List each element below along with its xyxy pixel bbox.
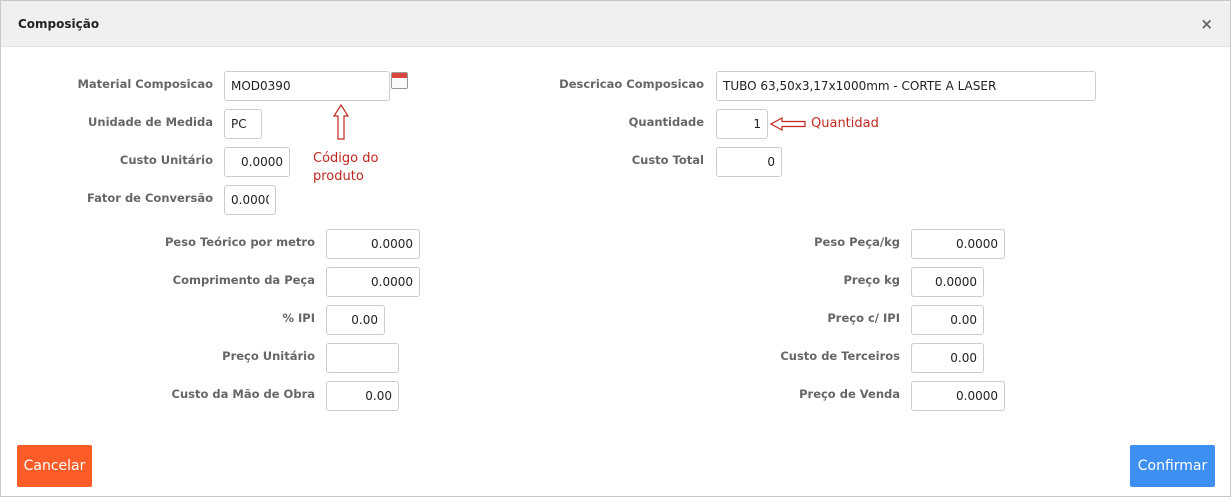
annotation-codigo-line1: Código do [313,151,379,166]
custo-total-input[interactable] [716,147,782,177]
calendar-icon[interactable] [391,72,408,89]
comprimento-peca-input[interactable] [326,267,420,297]
label-material-composicao: Material Composicao [77,77,213,91]
dialog-header: Composição × [1,1,1230,47]
up-arrow-icon [333,104,349,140]
custo-unitario-input[interactable] [224,147,290,177]
label-ipi: % IPI [282,311,315,325]
preco-venda-input[interactable] [911,381,1005,411]
left-arrow-icon [770,117,806,131]
material-composicao-input[interactable] [224,71,390,101]
ipi-input[interactable] [326,305,385,335]
label-unidade-medida: Unidade de Medida [88,115,213,129]
annotation-codigo-line2: produto [313,169,364,184]
label-preco-venda: Preço de Venda [799,387,900,401]
label-custo-terceiros: Custo de Terceiros [780,349,900,363]
unidade-medida-input[interactable] [224,109,262,139]
confirm-button[interactable]: Confirmar [1130,445,1215,487]
cancel-button[interactable]: Cancelar [17,445,92,487]
annotation-quantidad: Quantidad [811,116,879,131]
preco-unitario-input[interactable] [326,343,399,373]
label-peso-teorico-metro: Peso Teórico por metro [165,235,315,249]
label-custo-total: Custo Total [631,153,704,167]
label-descricao-composicao: Descricao Composicao [559,77,704,91]
peso-teorico-metro-input[interactable] [326,229,420,259]
custo-mao-obra-input[interactable] [326,381,399,411]
fator-conversao-input[interactable] [224,185,276,215]
dialog-title: Composição [18,17,100,31]
label-comprimento-peca: Comprimento da Peça [172,273,315,287]
close-icon[interactable]: × [1200,15,1213,33]
peso-peca-kg-input[interactable] [911,229,1005,259]
descricao-composicao-input[interactable] [716,71,1096,101]
preco-com-ipi-input[interactable] [911,305,984,335]
label-preco-unitario: Preço Unitário [222,349,315,363]
label-preco-kg: Preço kg [843,273,900,287]
label-preco-com-ipi: Preço c/ IPI [827,311,900,325]
quantidade-input[interactable] [716,109,768,139]
custo-terceiros-input[interactable] [911,343,984,373]
label-fator-conversao: Fator de Conversão [86,191,213,205]
label-peso-peca-kg: Peso Peça/kg [814,235,900,249]
label-custo-mao-obra: Custo da Mão de Obra [171,387,315,401]
preco-kg-input[interactable] [911,267,984,297]
label-custo-unitario: Custo Unitário [119,153,213,167]
label-quantidade: Quantidade [628,115,704,129]
